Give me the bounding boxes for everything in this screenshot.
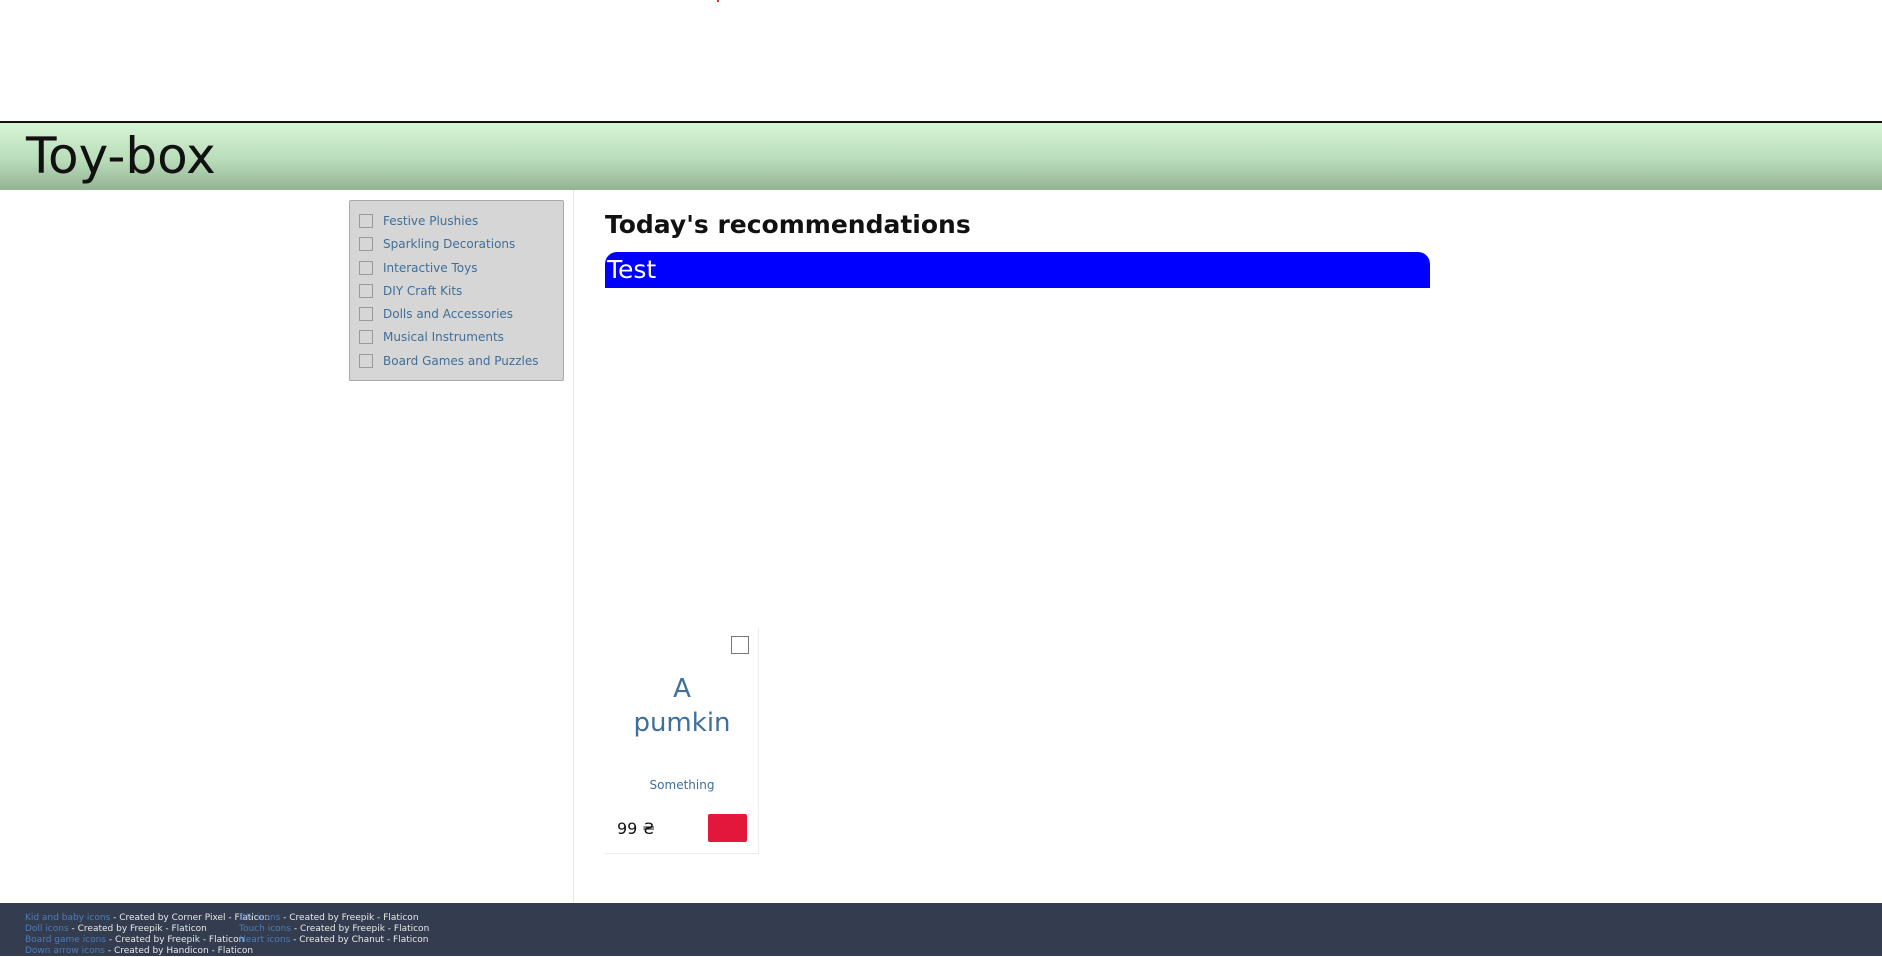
product-name-line[interactable]: pumkin xyxy=(605,706,759,740)
recommendations-heading: Today's recommendations xyxy=(605,210,971,239)
filter-checkbox[interactable] xyxy=(359,307,373,321)
filter-label[interactable]: Dolls and Accessories xyxy=(383,307,513,321)
credit-line: DIY icons - Created by Freepik - Flatico… xyxy=(239,913,419,924)
credit-link[interactable]: Down arrow icons xyxy=(25,946,105,956)
add-to-cart-button[interactable] xyxy=(708,814,747,842)
filter-checkbox[interactable] xyxy=(359,284,373,298)
filter-checkbox[interactable] xyxy=(359,354,373,368)
banner-text: Test xyxy=(607,255,657,284)
credit-link[interactable]: Heart icons xyxy=(239,935,290,945)
credit-line: Down arrow icons - Created by Handicon -… xyxy=(25,946,253,957)
filter-label[interactable]: Festive Plushies xyxy=(383,214,478,228)
filter-item-musical-instruments[interactable]: Musical Instruments xyxy=(359,327,504,347)
credit-text: - Created by Freepik - Flaticon xyxy=(291,924,430,934)
credit-link[interactable]: Doll icons xyxy=(25,924,69,934)
filter-item-sparkling-decorations[interactable]: Sparkling Decorations xyxy=(359,234,515,254)
product-price: 99 ₴ xyxy=(617,819,655,838)
recommendation-banner: Test xyxy=(605,252,1430,288)
credit-link[interactable]: Board game icons xyxy=(25,935,106,945)
decorative-dot xyxy=(717,0,719,2)
filter-item-dolls-and-accessories[interactable]: Dolls and Accessories xyxy=(359,304,513,324)
product-name-line[interactable]: A xyxy=(605,672,759,706)
filter-label[interactable]: Sparkling Decorations xyxy=(383,237,515,251)
credit-line: Doll icons - Created by Freepik - Flatic… xyxy=(25,924,207,935)
filter-item-interactive-toys[interactable]: Interactive Toys xyxy=(359,258,477,278)
filter-checkbox[interactable] xyxy=(359,261,373,275)
filter-item-festive-plushies[interactable]: Festive Plushies xyxy=(359,211,478,231)
filter-label[interactable]: Board Games and Puzzles xyxy=(383,354,538,368)
credit-text: - Created by Freepik - Flaticon xyxy=(280,913,419,923)
credit-line: Kid and baby icons - Created by Corner P… xyxy=(25,913,270,924)
filter-item-board-games-and-puzzles[interactable]: Board Games and Puzzles xyxy=(359,351,538,371)
filter-checkbox[interactable] xyxy=(359,237,373,251)
credit-line: Board game icons - Created by Freepik - … xyxy=(25,935,244,946)
filter-checkbox[interactable] xyxy=(359,214,373,228)
credit-text: - Created by Chanut - Flaticon xyxy=(290,935,429,945)
footer-credits: Kid and baby icons - Created by Corner P… xyxy=(0,903,1882,956)
credit-text: - Created by Handicon - Flaticon xyxy=(105,946,254,956)
credit-link[interactable]: Touch icons xyxy=(239,924,291,934)
filter-label[interactable]: DIY Craft Kits xyxy=(383,284,462,298)
favorite-checkbox[interactable] xyxy=(731,636,749,654)
filter-label[interactable]: Interactive Toys xyxy=(383,261,477,275)
credit-text: - Created by Freepik - Flaticon xyxy=(68,924,207,934)
filter-label[interactable]: Musical Instruments xyxy=(383,330,504,344)
product-card[interactable]: A pumkin Something 99 ₴ xyxy=(605,628,759,854)
credit-link[interactable]: DIY icons xyxy=(239,913,280,923)
credit-line: Heart icons - Created by Chanut - Flatic… xyxy=(239,935,428,946)
filter-checkbox[interactable] xyxy=(359,330,373,344)
product-name[interactable]: A pumkin xyxy=(605,672,759,740)
credit-link[interactable]: Kid and baby icons xyxy=(25,913,110,923)
site-header: Toy-box xyxy=(0,121,1882,190)
site-title: Toy-box xyxy=(26,127,216,185)
credit-line: Touch icons - Created by Freepik - Flati… xyxy=(239,924,429,935)
credit-text: - Created by Freepik - Flaticon xyxy=(106,935,245,945)
content-divider xyxy=(573,190,574,902)
category-filter-panel: Festive Plushies Sparkling Decorations I… xyxy=(349,200,564,381)
product-description[interactable]: Something xyxy=(605,778,759,792)
filter-item-diy-craft-kits[interactable]: DIY Craft Kits xyxy=(359,281,462,301)
